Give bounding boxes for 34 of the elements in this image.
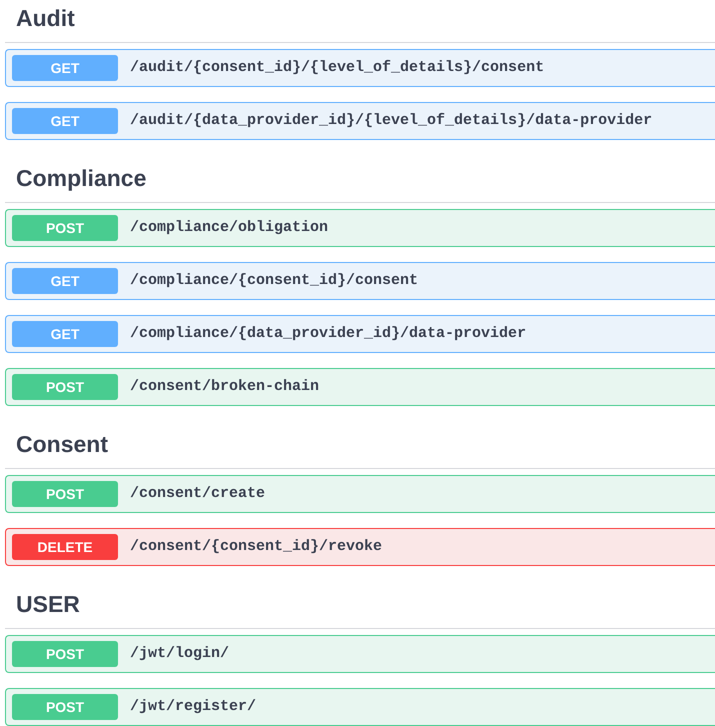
- endpoint-path: /compliance/{consent_id}/consent: [130, 270, 418, 291]
- operation-row[interactable]: POST /jwt/register/: [5, 688, 715, 726]
- endpoint-path: /consent/broken-chain: [130, 376, 320, 397]
- method-badge: DELETE: [12, 534, 118, 560]
- method-badge: GET: [12, 108, 118, 134]
- method-badge: GET: [12, 268, 118, 294]
- method-badge: GET: [12, 321, 118, 347]
- operation-row[interactable]: GET /compliance/{data_provider_id}/data-provider: [5, 315, 715, 353]
- operation-row[interactable]: GET /compliance/{consent_id}/consent: [5, 262, 715, 300]
- method-badge: GET: [12, 55, 118, 81]
- operation-row[interactable]: DELETE /consent/{consent_id}/revoke: [5, 528, 715, 566]
- endpoint-path: /jwt/login/: [130, 644, 230, 664]
- method-badge: POST: [12, 641, 118, 667]
- operation-row[interactable]: POST /jwt/login/: [5, 635, 715, 673]
- section-title[interactable]: Compliance: [16, 165, 146, 191]
- method-badge: POST: [12, 374, 118, 400]
- method-badge: POST: [12, 694, 118, 720]
- operation-row[interactable]: GET /audit/{data_provider_id}/{level_of_details}/data-provider: [5, 102, 715, 140]
- operation-row[interactable]: POST /consent/broken-chain: [5, 368, 715, 406]
- endpoint-path: /compliance/{data_provider_id}/data-provider: [130, 324, 526, 344]
- endpoint-path: /audit/{consent_id}/{level_of_details}/consent: [130, 58, 544, 78]
- operation-row[interactable]: GET /audit/{consent_id}/{level_of_details}/consent: [5, 49, 715, 87]
- operation-row[interactable]: POST /consent/create: [5, 475, 715, 513]
- method-badge: POST: [12, 215, 118, 241]
- endpoint-path: /audit/{data_provider_id}/{level_of_details}/data-provider: [130, 110, 652, 131]
- method-badge: POST: [12, 481, 118, 507]
- section-title[interactable]: Consent: [16, 431, 108, 457]
- endpoint-path: /consent/create: [130, 484, 266, 504]
- endpoint-path: /jwt/register/: [130, 696, 256, 717]
- operation-row[interactable]: POST /compliance/obligation: [5, 209, 715, 247]
- endpoint-path: /compliance/obligation: [130, 218, 328, 238]
- endpoint-path: /consent/{consent_id}/revoke: [130, 536, 382, 557]
- section-title[interactable]: USER: [16, 591, 80, 617]
- section-title[interactable]: Audit: [16, 5, 75, 31]
